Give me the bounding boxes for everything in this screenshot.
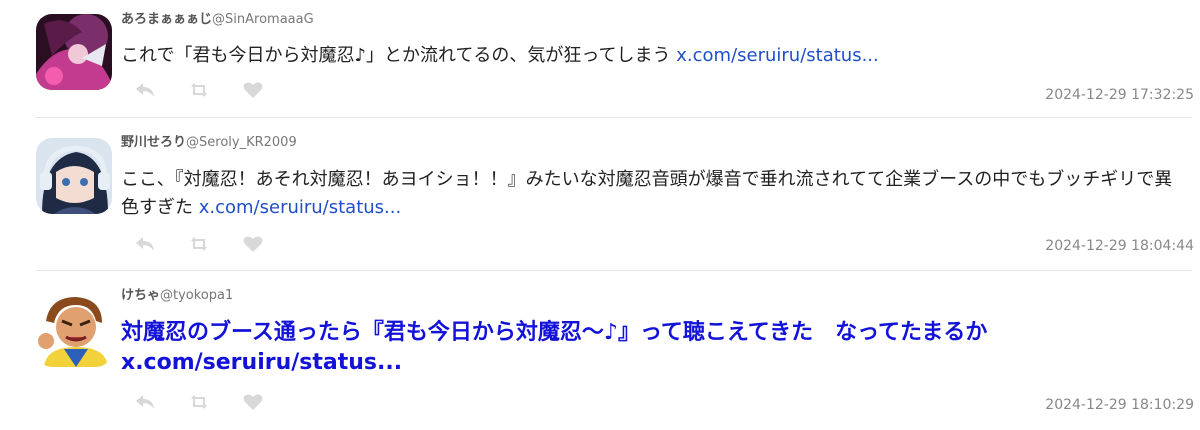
tweet-item: けちゃ@tyokopa1 対魔忍のブース通ったら『君も今日から対魔忍〜♪』って聴…	[0, 271, 1200, 430]
author-handle[interactable]: @Seroly_KR2009	[186, 135, 297, 150]
avatar[interactable]	[36, 138, 112, 214]
tweet-actions	[133, 392, 265, 412]
status-link[interactable]: x.com/seruiru/status...	[676, 45, 879, 66]
reply-icon	[136, 395, 154, 409]
author-handle[interactable]: @SinAromaaaG	[212, 12, 314, 27]
reply-icon	[136, 237, 154, 251]
status-link[interactable]: x.com/seruiru/status...	[121, 350, 402, 375]
avatar[interactable]	[36, 291, 112, 367]
cartoon-character-avatar	[36, 291, 112, 367]
tweet-item: あろまぁぁぁじ@SinAromaaaG これで「君も今日から対魔忍♪」とか流れて…	[0, 0, 1200, 117]
tweet-actions	[133, 234, 265, 254]
anime-girl-headphones-avatar	[36, 138, 112, 214]
tweet-author: あろまぁぁぁじ@SinAromaaaG	[121, 12, 314, 28]
tweet-item: 野川せろり@Seroly_KR2009 ここ、『対魔忍！あそれ対魔忍！あヨイショ…	[0, 118, 1200, 270]
retweet-button[interactable]	[187, 80, 211, 100]
tweet-feed: あろまぁぁぁじ@SinAromaaaG これで「君も今日から対魔忍♪」とか流れて…	[0, 0, 1200, 430]
author-name[interactable]: あろまぁぁぁじ	[121, 12, 212, 27]
author-name[interactable]: けちゃ	[121, 288, 160, 303]
status-link[interactable]: x.com/seruiru/status...	[199, 197, 402, 218]
tweet-timestamp[interactable]: 2024-12-29 17:32:25	[1045, 87, 1194, 103]
tweet-author: けちゃ@tyokopa1	[121, 288, 233, 304]
reply-icon	[136, 83, 154, 97]
tweet-timestamp[interactable]: 2024-12-29 18:04:44	[1045, 238, 1194, 254]
reply-button[interactable]	[133, 392, 157, 412]
like-button[interactable]	[241, 234, 265, 254]
tweet-text: 対魔忍のブース通ったら『君も今日から対魔忍〜♪』って聴こえてきた なってたまるか…	[121, 318, 1176, 378]
tweet-text-content: これで「君も今日から対魔忍♪」とか流れてるの、気が狂ってしまう	[121, 45, 671, 66]
tweet-timestamp[interactable]: 2024-12-29 18:10:29	[1045, 397, 1194, 413]
retweet-icon	[191, 83, 207, 97]
like-button[interactable]	[241, 80, 265, 100]
retweet-button[interactable]	[187, 234, 211, 254]
avatar[interactable]	[36, 14, 112, 90]
author-handle[interactable]: @tyokopa1	[160, 288, 233, 303]
retweet-button[interactable]	[187, 392, 211, 412]
like-button[interactable]	[241, 392, 265, 412]
heart-icon	[243, 394, 263, 410]
tweet-text: これで「君も今日から対魔忍♪」とか流れてるの、気が狂ってしまう x.com/se…	[121, 42, 1176, 70]
author-name[interactable]: 野川せろり	[121, 135, 186, 150]
heart-icon	[243, 236, 263, 252]
tweet-author: 野川せろり@Seroly_KR2009	[121, 135, 297, 151]
reply-button[interactable]	[133, 80, 157, 100]
reply-button[interactable]	[133, 234, 157, 254]
tweet-text: ここ、『対魔忍！あそれ対魔忍！あヨイショ！！』みたいな対魔忍音頭が爆音で垂れ流さ…	[121, 166, 1176, 222]
tweet-text-content: 対魔忍のブース通ったら『君も今日から対魔忍〜♪』って聴こえてきた なってたまるか	[121, 320, 988, 345]
anime-character-avatar	[36, 14, 112, 90]
retweet-icon	[191, 395, 207, 409]
tweet-actions	[133, 80, 265, 100]
heart-icon	[243, 82, 263, 98]
retweet-icon	[191, 237, 207, 251]
